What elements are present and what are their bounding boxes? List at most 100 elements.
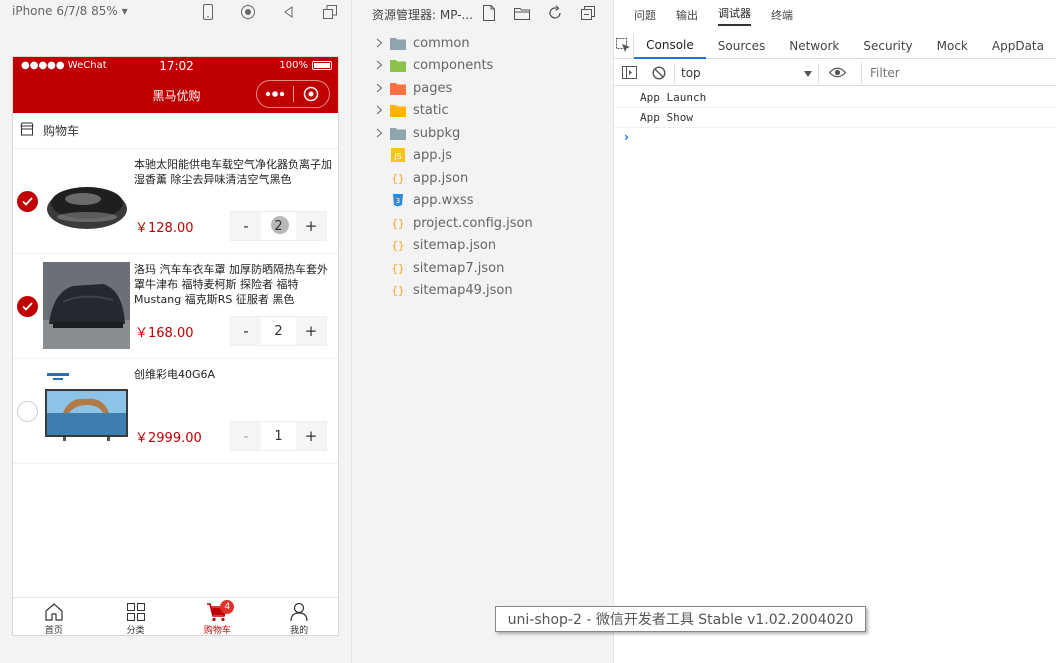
home-icon: [45, 603, 63, 621]
phone-icon[interactable]: [200, 4, 216, 20]
chevron-right-icon: [372, 83, 386, 93]
tab-network[interactable]: Network: [777, 33, 851, 59]
increase-button[interactable]: +: [296, 422, 326, 450]
device-selector[interactable]: iPhone 6/7/8 85% ▾: [12, 4, 128, 18]
increase-button[interactable]: +: [296, 212, 326, 240]
tree-label: sitemap7.json: [413, 260, 505, 276]
tab-sources[interactable]: Sources: [706, 33, 777, 59]
tree-label: static: [413, 102, 449, 118]
tree-folder-components[interactable]: components: [352, 54, 614, 76]
decrease-button[interactable]: -: [231, 212, 261, 240]
inspect-element-icon[interactable]: [614, 32, 635, 59]
tree-file-sitemap[interactable]: {} sitemap.json: [352, 234, 614, 256]
tab-security[interactable]: Security: [851, 33, 924, 59]
console-log-line: App Launch: [614, 88, 1056, 108]
increase-button[interactable]: +: [296, 317, 326, 345]
decrease-button[interactable]: -: [231, 422, 261, 450]
tab-cart[interactable]: 4 购物车: [177, 598, 259, 636]
goods-image[interactable]: [43, 367, 130, 454]
tree-label: app.js: [413, 147, 452, 163]
tree-file-app-js[interactable]: JS app.js: [352, 144, 614, 166]
js-file-icon: JS: [390, 148, 406, 162]
tree-file-sitemap7[interactable]: {} sitemap7.json: [352, 257, 614, 279]
tab-problems[interactable]: 问题: [634, 7, 656, 23]
goods-item: 创维彩电40G6A ￥2999.00 - 1 +: [13, 359, 338, 464]
battery-percent: 100%: [279, 60, 308, 71]
filter-input[interactable]: [861, 61, 1051, 84]
json-file-icon: {}: [390, 216, 406, 230]
tab-console[interactable]: Console: [634, 33, 706, 59]
tab-label: 购物车: [203, 626, 231, 636]
tree-folder-pages[interactable]: pages: [352, 77, 614, 99]
tree-folder-common[interactable]: common: [352, 32, 614, 54]
refresh-icon[interactable]: [546, 4, 564, 22]
goods-image[interactable]: [43, 157, 130, 244]
tab-mine[interactable]: 我的: [258, 598, 338, 636]
eye-icon[interactable]: [819, 67, 855, 78]
folder-icon: [390, 58, 406, 72]
more-icon[interactable]: [257, 81, 293, 107]
json-file-icon: {}: [390, 261, 406, 275]
svg-text:{}: {}: [391, 262, 404, 275]
goods-checkbox[interactable]: [17, 296, 38, 317]
tree-label: sitemap.json: [413, 237, 497, 253]
clear-console-icon[interactable]: [644, 65, 674, 80]
tab-category[interactable]: 分类: [95, 598, 177, 635]
quantity-value[interactable]: 1: [261, 422, 296, 450]
dropdown-arrow-icon: [804, 66, 812, 80]
tree-file-sitemap49[interactable]: {} sitemap49.json: [352, 279, 614, 301]
goods-price: ￥168.00: [135, 326, 194, 341]
css-file-icon: 3: [390, 193, 406, 207]
tab-mock[interactable]: Mock: [925, 33, 980, 59]
user-icon: [290, 602, 308, 622]
new-folder-icon[interactable]: [513, 4, 531, 22]
battery-status: 100%: [279, 60, 332, 71]
explorer-header: 资源管理器: MP-...: [352, 0, 614, 26]
tab-appdata[interactable]: AppData: [980, 33, 1056, 59]
tab-label: 我的: [290, 626, 309, 636]
tab-output[interactable]: 输出: [676, 7, 698, 23]
tree-file-app-json[interactable]: {} app.json: [352, 167, 614, 189]
goods-checkbox[interactable]: [17, 191, 38, 212]
tree-label: common: [413, 35, 470, 51]
status-bar: ●●●●● WeChat 17:02 100%: [13, 57, 338, 77]
svg-text:{}: {}: [391, 172, 404, 185]
cart-header: 购物车: [13, 113, 338, 149]
phone-screen: ●●●●● WeChat 17:02 100% 黑马优购 购物车 本驰太阳能供电…: [12, 56, 339, 636]
tree-label: sitemap49.json: [413, 282, 513, 298]
console-toolbar: top: [614, 60, 1056, 86]
close-miniprogram-icon[interactable]: [294, 81, 330, 107]
new-file-icon[interactable]: [480, 4, 498, 22]
back-icon[interactable]: [281, 4, 297, 20]
debug-panel-tabs: 问题 输出 调试器 终端: [614, 0, 1056, 30]
nav-bar: 黑马优购: [13, 77, 338, 113]
collapse-all-icon[interactable]: [579, 4, 597, 22]
simulator-pane: iPhone 6/7/8 85% ▾ ●●●●● WeChat 17:02 10…: [0, 0, 352, 663]
cart-header-label: 购物车: [43, 124, 80, 138]
chevron-right-icon: [372, 38, 386, 48]
json-file-icon: {}: [390, 283, 406, 297]
tab-home[interactable]: 首页: [13, 598, 95, 635]
quantity-value[interactable]: 2: [261, 212, 296, 240]
svg-text:{}: {}: [391, 217, 404, 230]
tree-folder-subpkg[interactable]: subpkg: [352, 122, 614, 144]
decrease-button[interactable]: -: [231, 317, 261, 345]
quantity-value[interactable]: 2: [261, 317, 296, 345]
goods-checkbox[interactable]: [17, 401, 38, 422]
tab-debugger[interactable]: 调试器: [718, 5, 751, 26]
tree-file-app-wxss[interactable]: 3 app.wxss: [352, 189, 614, 211]
detach-window-icon[interactable]: [322, 4, 338, 20]
console-prompt[interactable]: ›: [624, 130, 629, 144]
context-select[interactable]: top: [674, 62, 819, 83]
tree-folder-static[interactable]: static: [352, 99, 614, 121]
goods-image[interactable]: [43, 262, 130, 349]
json-file-icon: {}: [390, 238, 406, 252]
record-icon[interactable]: [240, 4, 256, 20]
goods-price: ￥128.00: [135, 221, 194, 236]
cart-badge: 4: [220, 600, 235, 614]
menu-capsule: [256, 80, 330, 108]
tab-bar: 首页 分类 4 购物车 我的: [13, 597, 338, 636]
tree-file-project-config[interactable]: {} project.config.json: [352, 212, 614, 234]
tab-terminal[interactable]: 终端: [771, 7, 793, 23]
sidebar-toggle-icon[interactable]: [614, 66, 644, 79]
